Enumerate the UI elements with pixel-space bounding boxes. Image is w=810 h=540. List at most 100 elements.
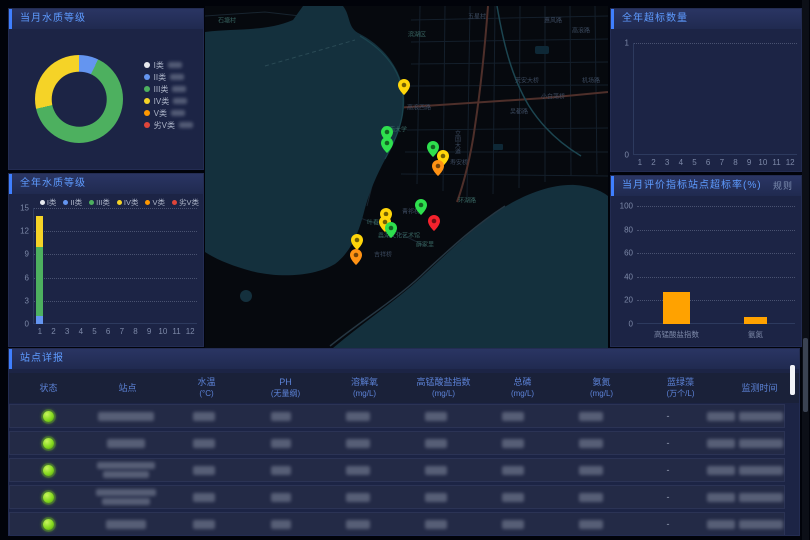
page-scrollbar-thumb[interactable] (803, 338, 808, 412)
x-axis-tick: 1 (38, 327, 42, 336)
gridline-40 (637, 277, 795, 278)
cell-value (165, 412, 242, 421)
legend-label: I类 (47, 197, 57, 208)
redacted-value (98, 412, 154, 421)
redacted-value (271, 439, 291, 448)
redacted-value (193, 412, 215, 421)
map-label: 吉祥桥 (374, 250, 392, 259)
stack-bar-segment-II类[interactable] (36, 316, 43, 324)
legend-item-III类[interactable]: III类 (89, 197, 110, 208)
station-pin-green[interactable] (381, 137, 393, 153)
y-axis-tick: 40 (624, 272, 633, 281)
redacted-value (425, 439, 447, 448)
legend-item-III类[interactable]: III类 (144, 83, 193, 95)
table-scrollbar-thumb[interactable] (790, 365, 795, 395)
table-row[interactable]: - (9, 431, 785, 455)
table-row[interactable]: - (9, 458, 785, 482)
x-axis-category: 氨氮 (748, 329, 763, 340)
cell-time (707, 493, 784, 502)
status-ok-dot (43, 492, 54, 503)
redacted-value (102, 498, 150, 505)
rate-bar-氨氮[interactable] (744, 317, 767, 324)
legend-item-劣V类[interactable]: 劣V类 (172, 197, 199, 208)
col-header-水温: 水温(°C) (167, 373, 246, 403)
x-axis-tick: 10 (758, 158, 767, 167)
redacted-value (579, 466, 603, 475)
x-axis-tick: 5 (92, 327, 96, 336)
y-axis-tick: 100 (620, 202, 633, 211)
map-label: 天安大桥 (515, 76, 539, 85)
cell-value (242, 493, 319, 502)
station-pin-orange[interactable] (432, 160, 444, 176)
station-pin-red[interactable] (428, 215, 440, 231)
col-header-name: 水温 (197, 377, 215, 388)
gridline-60 (637, 253, 795, 254)
legend-item-II类[interactable]: II类 (63, 197, 82, 208)
col-header-name: 监测时间 (741, 383, 777, 394)
x-axis-line (637, 323, 795, 324)
x-axis-tick: 11 (172, 327, 180, 336)
x-axis-tick: 7 (120, 327, 124, 336)
x-axis-tick: 10 (158, 327, 167, 336)
water-grade-donut-chart[interactable] (35, 55, 123, 143)
gridline-15 (33, 208, 197, 209)
y-axis-tick: 3 (25, 296, 29, 305)
gridline-1 (633, 43, 797, 44)
table-row[interactable]: - (9, 485, 785, 509)
stack-bar-segment-IV类[interactable] (36, 216, 43, 247)
redacted-value (707, 412, 735, 421)
map-label: 吴都路 (510, 107, 528, 116)
legend-item-IV类[interactable]: IV类 (144, 95, 193, 107)
table-row[interactable]: - (9, 404, 785, 428)
col-header-unit: (万个/L) (667, 388, 695, 399)
map-label: 五星村 (468, 12, 486, 21)
table-row[interactable]: - (9, 512, 785, 535)
legend-value-redacted (173, 98, 187, 104)
panel-station-report: 站点详报 状态站点水温(°C)PH(无量纲)溶解氧(mg/L)高锰酸盐指数(mg… (8, 348, 800, 536)
x-axis-line (633, 154, 797, 155)
panel-annual-grade: 全年水质等级 I类II类III类IV类V类劣V类 036912151234567… (8, 173, 204, 347)
redacted-value (739, 466, 783, 475)
legend-item-IV类[interactable]: IV类 (117, 197, 139, 208)
legend-item-V类[interactable]: V类 (144, 107, 193, 119)
x-axis-tick: 6 (706, 158, 710, 167)
station-map[interactable]: 石塘村五星村滨湖区惠风路高浪路天安大桥机场路小白荡桥高浪西路吴都路江南大学立国大… (205, 6, 608, 348)
cell-value (165, 493, 242, 502)
cell-value (552, 493, 629, 502)
station-pin-yellow[interactable] (351, 234, 363, 250)
redacted-value (97, 462, 155, 469)
cell-status (10, 465, 87, 476)
legend-dot (144, 122, 150, 128)
annual-grade-stacked-chart[interactable]: 03691215123456789101112 (33, 208, 197, 324)
panel-annual-exceed-title: 全年超标数量 (622, 13, 688, 24)
cell-value (397, 520, 474, 529)
legend-item-劣V类[interactable]: 劣V类 (144, 119, 193, 131)
legend-item-I类[interactable]: I类 (144, 59, 193, 71)
rate-bar-高锰酸盐指数[interactable] (663, 292, 690, 324)
col-header-unit: (mg/L) (511, 388, 534, 399)
col-header-name: 状态 (39, 383, 57, 394)
redacted-value (96, 489, 156, 496)
x-axis-tick: 12 (786, 158, 795, 167)
cell-value (552, 520, 629, 529)
col-header-name: 蓝绿藻 (667, 377, 694, 388)
legend-item-I类[interactable]: I类 (40, 197, 57, 208)
legend-item-V类[interactable]: V类 (145, 197, 165, 208)
station-pin-yellow[interactable] (398, 79, 410, 95)
redacted-value (502, 493, 524, 502)
cell-time (707, 412, 784, 421)
legend-label: II类 (70, 197, 82, 208)
legend-dot (144, 62, 150, 68)
stack-bar-segment-III类[interactable] (36, 247, 43, 317)
rate-rules-link[interactable]: 规则 (773, 176, 793, 196)
station-pin-green[interactable] (415, 199, 427, 215)
station-pin-green[interactable] (385, 222, 397, 238)
redacted-value (502, 439, 524, 448)
panel-monthly-rate-title: 当月评价指标站点超标率(%) (622, 180, 762, 191)
legend-item-II类[interactable]: II类 (144, 71, 193, 83)
station-pin-orange[interactable] (350, 249, 362, 265)
annual-exceed-chart[interactable]: 01123456789101112 (633, 43, 797, 155)
col-header-name: 溶解氧 (351, 377, 378, 388)
legend-label: 劣V类 (179, 197, 199, 208)
monthly-rate-bar-chart[interactable]: 020406080100高锰酸盐指数氨氮 (637, 206, 795, 324)
